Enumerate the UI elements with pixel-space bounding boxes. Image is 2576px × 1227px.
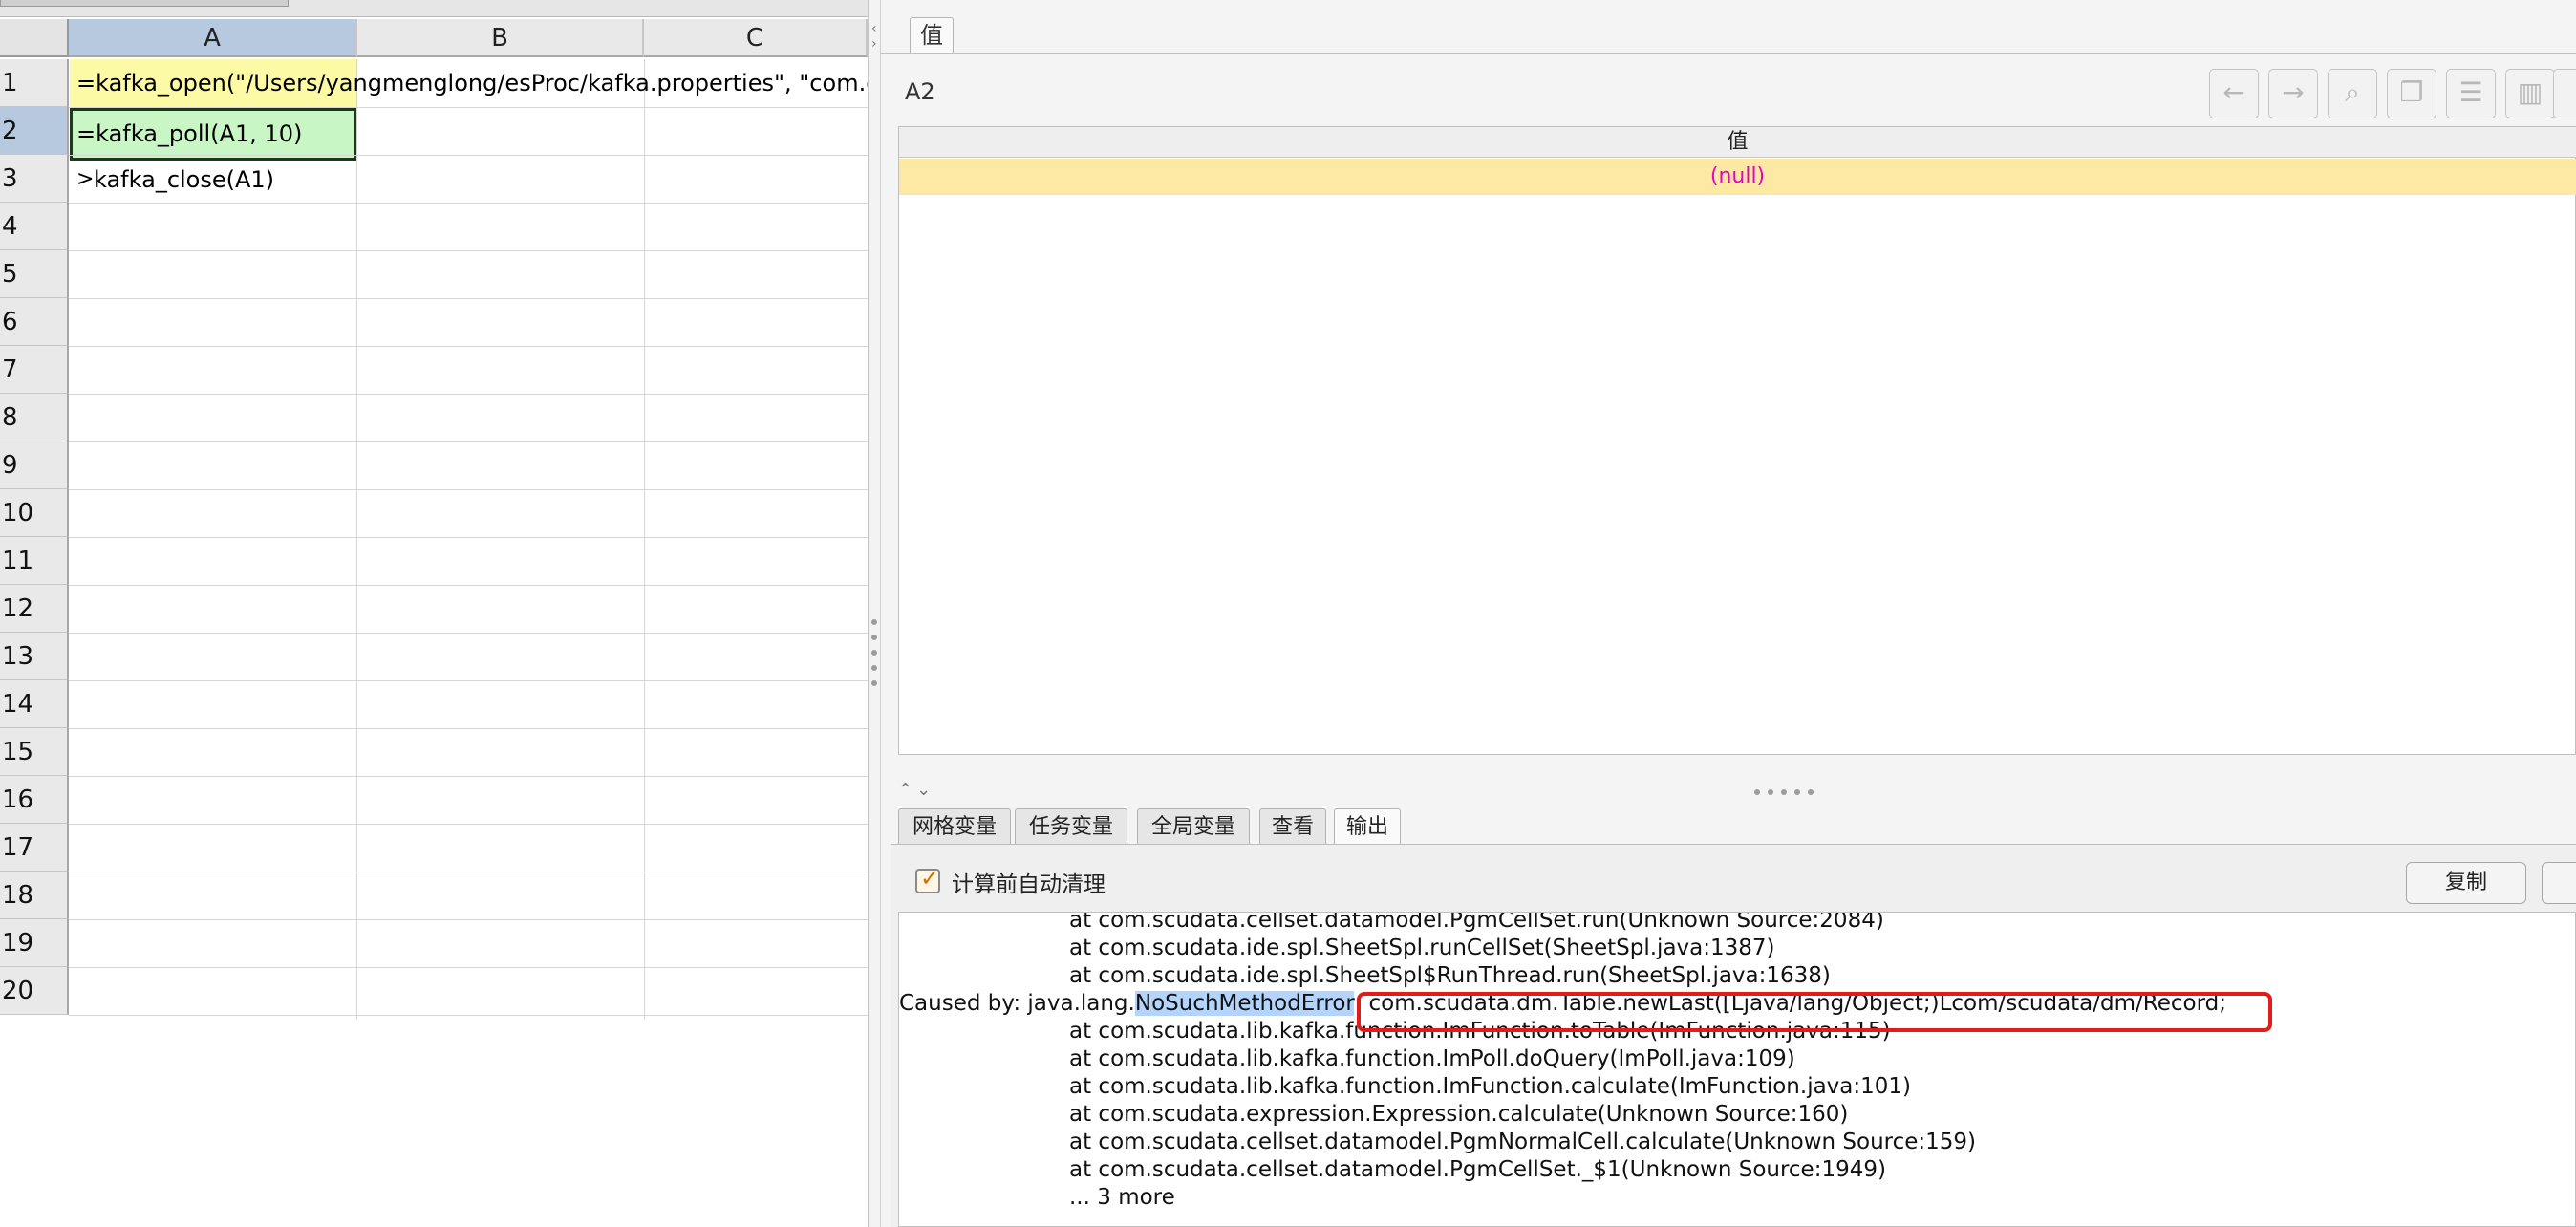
auto-clear-checkbox[interactable]: ✓ [915,865,940,893]
row-header-4[interactable]: 4 [0,203,69,250]
row-header-8[interactable]: 8 [0,394,69,441]
row-header-7[interactable]: 7 [0,346,69,394]
log-line: at com.scudata.ide.spl.SheetSpl$RunThrea… [1069,963,1831,988]
row-header-2[interactable]: 2 [0,107,69,155]
row-header-10[interactable]: 10 [0,489,69,537]
cell-a3-text[interactable]: kafka_close(A1) [94,156,274,204]
cell-reference-label: A2 [905,78,935,105]
output-console[interactable]: at com.scudata.cellset.datamodel.PgmCell… [898,912,2576,1227]
log-line: at com.scudata.cellset.datamodel.PgmCell… [1069,912,1884,933]
error-type-highlight: NoSuchMethodError [1134,991,1355,1016]
cell-a2-selected[interactable]: =kafka_poll(A1, 10) [70,108,356,161]
collapse-toggle-icon[interactable]: ⌃⌄ [898,780,934,800]
log-line: at com.scudata.cellset.datamodel.PgmCell… [1069,1157,1886,1182]
row-header-20[interactable]: 20 [0,967,69,1015]
back-arrow-icon[interactable]: ← [2209,69,2259,118]
spreadsheet-grid[interactable]: A B C =kafka_open("/Users/yangmenglong/e… [0,0,868,1227]
column-header-a[interactable]: A [69,19,357,57]
row-header-18[interactable]: 18 [0,872,69,919]
value-table [898,126,2576,755]
log-line: at com.scudata.lib.kafka.function.ImFunc… [1069,1074,1912,1099]
row-header-19[interactable]: 19 [0,919,69,967]
value-null-row[interactable]: (null) [899,159,2576,195]
row-header-17[interactable]: 17 [0,824,69,872]
tab-output[interactable]: 输出 [1334,808,1401,845]
forward-arrow-icon[interactable]: → [2268,69,2318,118]
row-header-5[interactable]: 5 [0,250,69,298]
log-line: at com.scudata.cellset.datamodel.PgmNorm… [1069,1130,1977,1154]
vertical-splitter[interactable]: ‹ › [868,0,881,1227]
tab-task-variables[interactable]: 任务变量 [1015,808,1127,845]
error-highlight-box [1357,992,2272,1032]
log-line: at com.scudata.lib.kafka.function.ImPoll… [1069,1046,1795,1071]
row-header-3[interactable]: 3 [0,155,69,203]
cell-a3-comment-marker: > [76,167,95,191]
chart-icon[interactable]: ▥ [2505,69,2555,118]
row-header-13[interactable]: 13 [0,633,69,680]
tab-grid-variables[interactable]: 网格变量 [898,808,1011,845]
more-icon[interactable] [2553,69,2576,118]
tab-value[interactable]: 值 [910,17,954,54]
select-all-corner[interactable] [0,19,69,57]
row-header-9[interactable]: 9 [0,441,69,489]
row-header-1[interactable]: 1 [0,59,69,107]
tab-global-variables[interactable]: 全局变量 [1137,808,1250,845]
search-icon[interactable]: ⌕ [2328,69,2377,118]
row-header-15[interactable]: 15 [0,728,69,776]
row-header-12[interactable]: 12 [0,585,69,633]
log-line: at com.scudata.ide.spl.SheetSpl.runCellS… [1069,936,1775,960]
cell-a2-text: =kafka_poll(A1, 10) [76,120,303,147]
row-header-16[interactable]: 16 [0,776,69,824]
column-header-c[interactable]: C [644,19,868,57]
tab-strip-divider [881,53,2576,54]
auto-clear-label: 计算前自动清理 [952,872,1106,897]
row-header-14[interactable]: 14 [0,680,69,728]
sheet-top-bar [0,0,868,17]
tab-watch[interactable]: 查看 [1259,808,1326,845]
value-column-header: 值 [899,127,2576,158]
list-icon[interactable]: ☰ [2446,69,2496,118]
log-line: ... 3 more [1069,1185,1175,1210]
row-header-6[interactable]: 6 [0,298,69,346]
clear-button[interactable] [2542,862,2576,904]
row-header-11[interactable]: 11 [0,537,69,585]
column-header-b[interactable]: B [357,19,644,57]
copy-button[interactable]: 复制 [2406,862,2526,904]
log-line-prefix: Caused by: java.lang. [899,991,1135,1016]
copy-icon[interactable]: ❐ [2387,69,2436,118]
log-line: at com.scudata.expression.Expression.cal… [1069,1102,1849,1127]
cell-a1-text: =kafka_open("/Users/yangmenglong/esProc/… [76,70,868,97]
